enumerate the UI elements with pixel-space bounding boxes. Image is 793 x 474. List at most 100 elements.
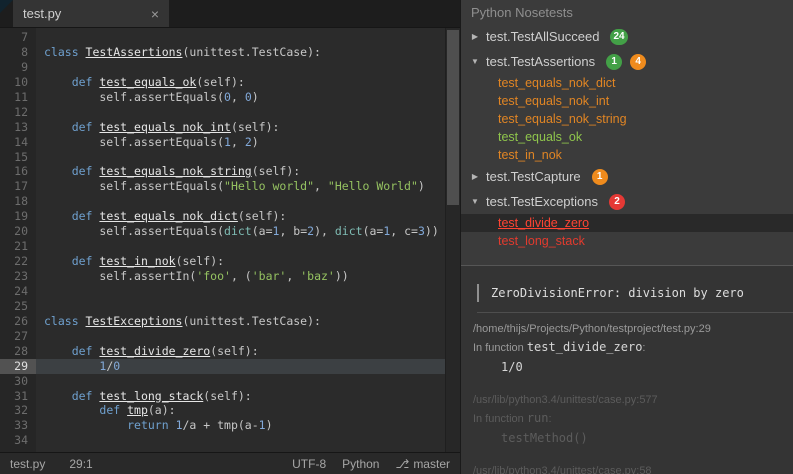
- code-line[interactable]: 33 return 1/a + tmp(a-1): [0, 418, 445, 433]
- test-group-row[interactable]: ▼ test.TestAssertions 1 4: [461, 49, 793, 74]
- code-line[interactable]: 16 def test_equals_nok_string(self):: [0, 164, 445, 179]
- frame-location-link[interactable]: /home/thijs/Projects/Python/testproject/…: [473, 323, 781, 335]
- statusbar-language: Python: [342, 456, 380, 471]
- frame-location-link[interactable]: /usr/lib/python3.4/unittest/case.py:577: [473, 394, 781, 406]
- frame-code: testMethod(): [501, 431, 588, 445]
- code-line[interactable]: 32 def tmp(a):: [0, 403, 445, 418]
- tab-close-icon[interactable]: ×: [151, 6, 159, 22]
- editor-pane: test.py × 7 8 class TestAssertions(unittes…: [0, 0, 460, 474]
- test-case-label: test_equals_nok_int: [498, 94, 610, 108]
- test-case-row[interactable]: test_in_nok: [461, 146, 793, 164]
- code-text: class TestAssertions(unittest.TestCase):: [44, 44, 321, 59]
- test-group-label: test.TestAssertions: [486, 54, 596, 69]
- line-number: 24: [14, 283, 28, 298]
- test-case-label: test_equals_nok_dict: [498, 76, 616, 90]
- line-number: 27: [14, 328, 28, 343]
- code-line[interactable]: 18: [0, 194, 445, 209]
- chevron-right-icon[interactable]: ▶: [469, 172, 481, 181]
- code-line[interactable]: 23 self.assertIn('foo', ('bar', 'baz')): [0, 269, 445, 284]
- code-line[interactable]: 28 def test_divide_zero(self):: [0, 344, 445, 359]
- code-line[interactable]: 34: [0, 433, 445, 448]
- code-line[interactable]: 20 self.assertEquals(dict(a=1, b=2), dic…: [0, 224, 445, 239]
- chevron-down-icon[interactable]: ▼: [469, 197, 481, 206]
- test-case-row[interactable]: test_long_stack: [461, 232, 793, 250]
- line-number: 19: [14, 209, 28, 224]
- test-group-row[interactable]: ▼ test.TestExceptions 2: [461, 189, 793, 214]
- code-line[interactable]: 30: [0, 374, 445, 389]
- code-line[interactable]: 21: [0, 239, 445, 254]
- code-line[interactable]: 19 def test_equals_nok_dict(self):: [0, 209, 445, 224]
- code-line[interactable]: 31 def test_long_stack(self):: [0, 389, 445, 404]
- code-line[interactable]: 15: [0, 150, 445, 165]
- code-text: 1/0: [99, 358, 121, 373]
- line-number: 32: [14, 403, 28, 418]
- code-line[interactable]: 10 def test_equals_ok(self):: [0, 75, 445, 90]
- editor-vertical-scrollbar[interactable]: [445, 28, 460, 452]
- editor-area: 7 8 class TestAssertions(unittest.TestCase…: [0, 28, 460, 452]
- line-number: 26: [14, 313, 28, 328]
- code-text: def test_equals_nok_int(self):: [71, 119, 280, 134]
- code-line[interactable]: 24: [0, 284, 445, 299]
- line-number: 18: [14, 194, 28, 209]
- test-failure-details: ZeroDivisionError: division by zero /hom…: [461, 265, 793, 474]
- ide-window: test.py × 7 8 class TestAssertions(unittes…: [0, 0, 793, 474]
- error-message: ZeroDivisionError: division by zero: [477, 284, 783, 302]
- code-line[interactable]: 7: [0, 30, 445, 45]
- line-number: 17: [14, 179, 28, 194]
- tab-test-py[interactable]: test.py ×: [13, 0, 169, 27]
- test-count-badge: 24: [610, 28, 628, 45]
- test-group-row[interactable]: ▶ test.TestCapture 1: [461, 164, 793, 189]
- test-case-row[interactable]: test_equals_ok: [461, 128, 793, 146]
- scrollbar-thumb[interactable]: [447, 30, 459, 205]
- code-line[interactable]: 27: [0, 329, 445, 344]
- line-number: 34: [14, 433, 28, 448]
- frame-location-link[interactable]: /usr/lib/python3.4/unittest/case.py:58: [473, 465, 781, 474]
- test-case-row[interactable]: test_divide_zero: [461, 214, 793, 232]
- test-case-label: test_equals_ok: [498, 130, 583, 144]
- traceback-frame: /home/thijs/Projects/Python/testproject/…: [473, 323, 781, 374]
- code-text: def test_equals_nok_string(self):: [71, 164, 301, 179]
- statusbar-filename: test.py: [10, 456, 46, 471]
- code-line[interactable]: 17 self.assertEquals("Hello world", "Hel…: [0, 179, 445, 194]
- statusbar-branch-name: master: [413, 456, 450, 471]
- line-number: 28: [14, 343, 28, 358]
- test-tree: ▶ test.TestAllSucceed 24 ▼ test.TestAssertio…: [461, 24, 793, 250]
- code-text: class TestExceptions(unittest.TestCase):: [44, 313, 321, 328]
- statusbar-left: test.py 29:1: [10, 457, 93, 471]
- code-line[interactable]: 12: [0, 105, 445, 120]
- code-line[interactable]: 9: [0, 60, 445, 75]
- code-line[interactable]: 29 1/0: [0, 358, 445, 374]
- code-line[interactable]: 11 self.assertEquals(0, 0): [0, 90, 445, 105]
- tab-list-dropdown-icon[interactable]: [0, 0, 13, 13]
- code-line[interactable]: 13 def test_equals_nok_int(self):: [0, 120, 445, 135]
- code-editor[interactable]: 7 8 class TestAssertions(unittest.TestCase…: [0, 28, 445, 452]
- chevron-down-icon[interactable]: ▼: [469, 57, 481, 66]
- line-number: 15: [14, 149, 28, 164]
- code-line[interactable]: 25: [0, 299, 445, 314]
- test-case-row[interactable]: test_equals_nok_string: [461, 110, 793, 128]
- traceback-frame: /usr/lib/python3.4/unittest/case.py:577 I…: [473, 394, 781, 445]
- test-case-row[interactable]: test_equals_nok_dict: [461, 74, 793, 92]
- code-line[interactable]: 14 self.assertEquals(1, 2): [0, 135, 445, 150]
- line-number: 21: [14, 239, 28, 254]
- test-case-row[interactable]: test_equals_nok_int: [461, 92, 793, 110]
- test-group-label: test.TestExceptions: [486, 194, 598, 209]
- test-count-badge: 1: [591, 168, 608, 185]
- code-text: def test_equals_ok(self):: [71, 74, 245, 89]
- code-line[interactable]: 26 class TestExceptions(unittest.TestCase…: [0, 314, 445, 329]
- chevron-right-icon[interactable]: ▶: [469, 32, 481, 41]
- test-group-row[interactable]: ▶ test.TestAllSucceed 24: [461, 24, 793, 49]
- code-line[interactable]: 8 class TestAssertions(unittest.TestCase)…: [0, 45, 445, 60]
- line-number: 20: [14, 224, 28, 239]
- code-text: self.assertEquals(dict(a=1, b=2), dict(a…: [44, 224, 439, 239]
- statusbar-right: UTF-8 Python ⎇ master: [292, 457, 450, 471]
- code-line[interactable]: 22 def test_in_nok(self):: [0, 254, 445, 269]
- frame-context: In function run:: [473, 411, 552, 425]
- frame-function-name: run: [526, 411, 549, 425]
